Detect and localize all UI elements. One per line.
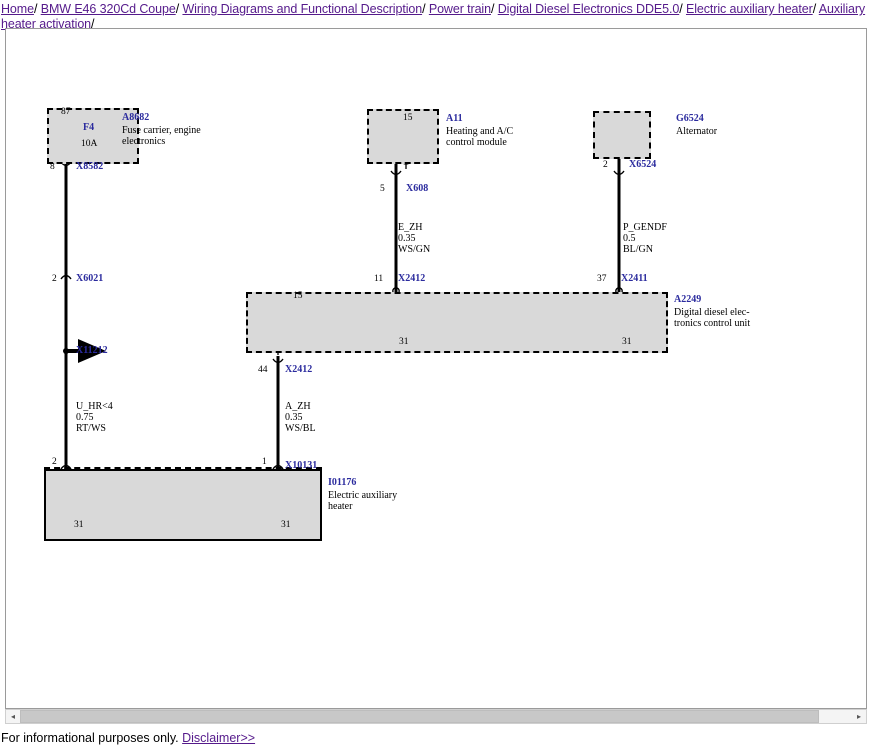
component-id-a11: A11 — [446, 113, 463, 124]
connector-x608: X608 — [406, 183, 429, 194]
fuse-name-f4-label: F4 — [83, 122, 95, 133]
scroll-left-arrow-icon[interactable]: ◂ — [6, 710, 20, 723]
breadcrumb-link-dde[interactable]: Digital Diesel Electronics DDE5.0 — [498, 2, 680, 16]
heater-ground-31-right: 31 — [281, 520, 291, 530]
wiring-diagram-frame[interactable]: 87 F4 10A A8682 Fuse carrier, engine ele… — [5, 28, 867, 709]
fuse-out-pin-8: 8 — [50, 162, 55, 172]
disclaimer-link[interactable]: Disclaimer>> — [182, 731, 255, 745]
component-desc-a2249: Digital diesel elec- tronics control uni… — [674, 307, 751, 329]
breadcrumb-separator: / — [490, 2, 495, 16]
wiring-diagram-canvas: 87 F4 10A A8682 Fuse carrier, engine ele… — [6, 29, 866, 708]
a2249-ground-31-left: 31 — [399, 337, 409, 347]
wire-name-p-gendf: P_GENDF — [623, 222, 667, 233]
scrollbar-track[interactable] — [20, 710, 852, 723]
fuse-rating-label: 10A — [81, 139, 98, 149]
fuse-terminal-87-label: 87 — [61, 107, 71, 117]
component-alternator-g6524[interactable] — [593, 111, 651, 159]
x6021-pin-2: 2 — [52, 274, 57, 284]
wire-label-a-zh: A_ZH 0.35 WS/BL — [285, 401, 316, 434]
connector-x10131: X10131 — [285, 460, 318, 471]
wire-name-a-zh: A_ZH — [285, 401, 311, 412]
heater-connector-edge — [44, 467, 322, 469]
a2249-in-pin-37: 37 — [597, 274, 607, 284]
component-id-a8682: A8682 — [122, 112, 150, 123]
heater-in-pin-2: 2 — [52, 457, 57, 467]
component-id-i01176: I01176 — [328, 477, 357, 488]
component-id-a2249: A2249 — [674, 294, 702, 305]
g6524-out-pin-2: 2 — [603, 160, 608, 170]
wire-label-u-hr4: U_HR<4 0.75 RT/WS — [76, 401, 113, 434]
connector-x11212: X11212 — [76, 345, 108, 356]
wire-color-e-zh: WS/GN — [398, 244, 431, 255]
heater-in-pin-1: 1 — [262, 457, 267, 467]
component-electric-auxiliary-heater-i01176[interactable] — [44, 469, 322, 541]
scroll-right-arrow-icon[interactable]: ▸ — [852, 710, 866, 723]
connector-x2412-out: X2412 — [285, 364, 313, 375]
breadcrumb-link-wiring-diagrams[interactable]: Wiring Diagrams and Functional Descripti… — [182, 2, 422, 16]
wire-label-p-gendf: P_GENDF 0.5 BL/GN — [623, 222, 667, 255]
component-desc-g6524: Alternator — [676, 126, 718, 137]
breadcrumb-link-power-train[interactable]: Power train — [429, 2, 491, 16]
breadcrumb-link-vehicle[interactable]: BMW E46 320Cd Coupe — [41, 2, 176, 16]
wire-color-u-hr4: RT/WS — [76, 423, 106, 434]
breadcrumb-link-home[interactable]: Home — [1, 2, 34, 16]
footer: For informational purposes only. Disclai… — [1, 731, 255, 745]
connector-x2411-in: X2411 — [621, 273, 648, 284]
component-dde-control-unit-a2249[interactable] — [246, 292, 668, 353]
component-desc-a8682: Fuse carrier, engine electronics — [122, 125, 201, 147]
heater-ground-31-left: 31 — [74, 520, 84, 530]
scrollbar-thumb[interactable] — [20, 710, 819, 723]
wire-cross-section-a-zh: 0.35 — [285, 412, 303, 423]
wire-color-p-gendf: BL/GN — [623, 244, 653, 255]
connector-x6021: X6021 — [76, 273, 104, 284]
component-desc-a11: Heating and A/C control module — [446, 126, 514, 148]
breadcrumb-link-electric-auxiliary-heater[interactable]: Electric auxiliary heater — [686, 2, 813, 16]
wire-color-a-zh: WS/BL — [285, 423, 316, 434]
wire-label-e-zh: E_ZH 0.35 WS/GN — [398, 222, 430, 255]
wire-name-u-hr4: U_HR<4 — [76, 401, 113, 412]
wire-cross-section-e-zh: 0.35 — [398, 233, 416, 244]
component-id-g6524: G6524 — [676, 113, 704, 124]
connector-x2412-in: X2412 — [398, 273, 426, 284]
wire-cross-section-u-hr4: 0.75 — [76, 412, 94, 423]
footer-text: For informational purposes only. — [1, 731, 179, 745]
horizontal-scrollbar[interactable]: ◂ ▸ — [5, 709, 867, 724]
breadcrumb-separator: / — [422, 2, 426, 16]
a11-out-pin-5: 5 — [380, 184, 385, 194]
a2249-ground-31-right: 31 — [622, 337, 632, 347]
connector-x6524: X6524 — [629, 159, 657, 170]
a2249-in-pin-11: 11 — [374, 274, 384, 284]
a2249-terminal-15-label: 15 — [293, 291, 303, 301]
breadcrumb-separator: / — [175, 2, 180, 16]
wire-name-e-zh: E_ZH — [398, 222, 423, 233]
wire-cross-section-p-gendf: 0.5 — [623, 233, 636, 244]
breadcrumb-separator: / — [33, 2, 38, 16]
connector-x8582: X8582 — [76, 161, 104, 172]
a2249-out-pin-44: 44 — [258, 365, 268, 375]
component-desc-i01176: Electric auxiliary heater — [328, 490, 398, 512]
a11-terminal-15-label: 15 — [403, 113, 413, 123]
breadcrumb-separator: / — [812, 2, 817, 16]
breadcrumb-separator: / — [679, 2, 683, 16]
